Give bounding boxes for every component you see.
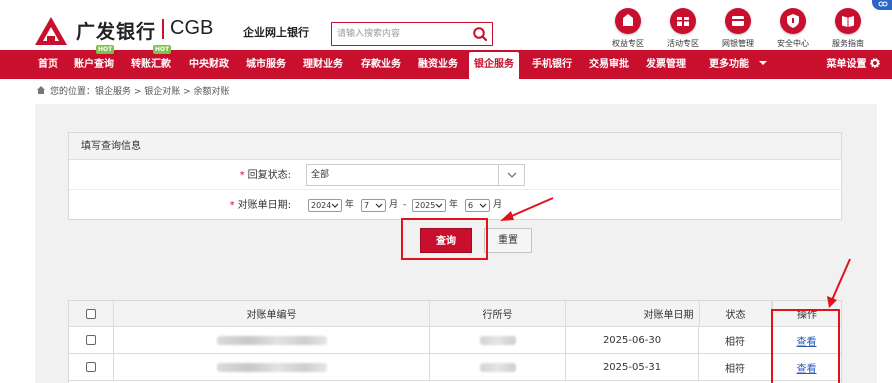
column-header: 行所号 xyxy=(430,301,566,326)
branch-no-cell xyxy=(430,327,566,353)
panel-title: 填写查询信息 xyxy=(69,133,841,160)
table-row: 2025-05-31 相符 查看 xyxy=(69,354,841,381)
statement-table: 对账单编号 行所号 对账单日期 状态 操作 2025-06-30 相符 查看 2… xyxy=(68,300,842,383)
breadcrumb: 您的位置：银企服务 > 银企对账 > 余额对账 xyxy=(50,87,230,97)
month-unit: 月 xyxy=(389,200,399,210)
view-link[interactable]: 查看 xyxy=(797,360,817,375)
redacted-value xyxy=(479,362,516,372)
row-checkbox[interactable] xyxy=(86,362,96,372)
chevron-down-icon xyxy=(479,203,487,208)
statement-no-cell xyxy=(114,354,430,380)
nav-account-query[interactable]: 账户查询 HOT xyxy=(74,45,115,79)
shield-icon xyxy=(780,8,806,34)
nav-city-services[interactable]: 城市服务 xyxy=(246,50,286,79)
row-checkbox-cell xyxy=(69,327,114,353)
nav-transfer[interactable]: 转账汇款 HOT xyxy=(131,45,172,79)
status-cell: 相符 xyxy=(699,327,772,353)
caret-down-icon xyxy=(759,61,768,65)
nav-home[interactable]: 首页 xyxy=(38,50,58,79)
month-unit: 月 xyxy=(493,200,503,210)
query-panel: 填写查询信息 * 回复状态: 全部 * 对账单日期: 2024 年 7 月 - 20… xyxy=(68,132,842,220)
home-icon xyxy=(37,86,45,94)
action-cell: 查看 xyxy=(772,354,841,380)
header-checkbox-cell xyxy=(69,301,114,326)
chevron-down-icon xyxy=(331,203,339,208)
view-link[interactable]: 查看 xyxy=(797,333,817,348)
reply-status-label: * 回复状态: xyxy=(239,170,291,181)
quick-link-ebank-management[interactable]: 网银管理 xyxy=(708,8,768,50)
card-icon xyxy=(725,8,751,34)
select-all-checkbox[interactable] xyxy=(86,308,96,319)
book-icon xyxy=(835,8,861,34)
redacted-value xyxy=(216,362,327,372)
table-header-row: 对账单编号 行所号 对账单日期 状态 操作 xyxy=(69,301,841,327)
nav-bank-enterprise[interactable]: 银企服务 xyxy=(469,52,519,79)
reply-status-select[interactable]: 全部 xyxy=(306,164,525,186)
nav-label: 转账汇款 xyxy=(131,59,171,70)
quick-link-benefits[interactable]: 权益专区 xyxy=(598,8,658,50)
reply-status-row: * 回复状态: 全部 xyxy=(69,161,841,190)
nav-approval[interactable]: 交易审批 xyxy=(589,50,629,79)
branch-no-cell xyxy=(430,354,566,380)
menu-settings-label: 菜单设置 xyxy=(826,59,867,70)
chevron-down-icon xyxy=(435,203,443,208)
gear-icon xyxy=(870,58,880,68)
brand-name-cn: 广发银行 xyxy=(76,21,157,43)
nav-mobile-banking[interactable]: 手机银行 xyxy=(532,50,572,79)
search-box xyxy=(331,22,493,46)
year-unit: 年 xyxy=(345,200,355,210)
quick-link-activities[interactable]: 活动专区 xyxy=(653,8,713,50)
row-checkbox-cell xyxy=(69,354,114,380)
statement-date-label: * 对账单日期: xyxy=(229,200,291,211)
nav-more[interactable]: 更多功能 xyxy=(709,50,768,79)
search-icon[interactable] xyxy=(472,26,488,42)
present-icon xyxy=(670,8,696,34)
statement-date-row: * 对账单日期: 2024 年 7 月 - 2025 年 6 月 xyxy=(69,191,841,220)
nav-label: 账户查询 xyxy=(74,59,114,70)
nav-label: 更多功能 xyxy=(709,59,749,70)
statement-no-cell xyxy=(114,327,430,353)
to-month-select[interactable]: 6 xyxy=(465,199,490,212)
hot-badge: HOT xyxy=(96,45,115,54)
quick-link-service-guide[interactable]: 服务指南 xyxy=(818,8,878,50)
nav-central-finance[interactable]: 中央财政 xyxy=(189,50,229,79)
search-input[interactable] xyxy=(332,23,468,45)
from-month-select[interactable]: 7 xyxy=(361,199,386,212)
chevron-down-icon xyxy=(498,165,524,185)
main-nav: 首页 账户查询 HOT 转账汇款 HOT 中央财政 城市服务 理财业务 存款业务… xyxy=(0,45,892,79)
to-year-select[interactable]: 2025 xyxy=(412,199,446,212)
nav-invoice[interactable]: 发票管理 xyxy=(646,50,686,79)
reset-button[interactable]: 重置 xyxy=(484,228,532,253)
from-year-select[interactable]: 2024 xyxy=(308,199,342,212)
row-checkbox[interactable] xyxy=(86,335,96,345)
action-cell: 查看 xyxy=(772,327,841,353)
portal-subtitle: 企业网上银行 xyxy=(243,26,309,39)
floating-tool-icon[interactable] xyxy=(872,0,892,10)
gift-icon xyxy=(615,8,641,34)
hot-badge: HOT xyxy=(153,45,172,54)
menu-settings[interactable]: 菜单设置 xyxy=(827,50,880,79)
statement-date-cell: 2025-05-31 xyxy=(566,354,699,380)
status-cell: 相符 xyxy=(699,354,772,380)
redacted-value xyxy=(479,335,516,345)
column-header: 操作 xyxy=(772,301,841,326)
brand-name-en: CGB xyxy=(170,17,214,39)
brand-divider xyxy=(162,19,164,39)
column-header: 对账单编号 xyxy=(114,301,430,326)
cgb-logo-icon xyxy=(35,17,67,45)
chevron-down-icon xyxy=(375,203,383,208)
column-header: 状态 xyxy=(699,301,772,326)
date-range-dash: - xyxy=(403,200,407,210)
nav-deposit[interactable]: 存款业务 xyxy=(361,50,401,79)
nav-financing[interactable]: 融资业务 xyxy=(418,50,458,79)
header: 广发银行 CGB 企业网上银行 权益专区 活动专区 网银管理 安全中心 xyxy=(0,0,892,50)
statement-date-cell: 2025-06-30 xyxy=(566,327,699,353)
query-button[interactable]: 查询 xyxy=(420,228,472,253)
quick-link-security-center[interactable]: 安全中心 xyxy=(763,8,823,50)
reply-status-value: 全部 xyxy=(311,170,330,180)
nav-wealth[interactable]: 理财业务 xyxy=(303,50,343,79)
year-unit: 年 xyxy=(449,200,459,210)
redacted-value xyxy=(216,335,327,345)
table-row: 2025-06-30 相符 查看 xyxy=(69,327,841,354)
